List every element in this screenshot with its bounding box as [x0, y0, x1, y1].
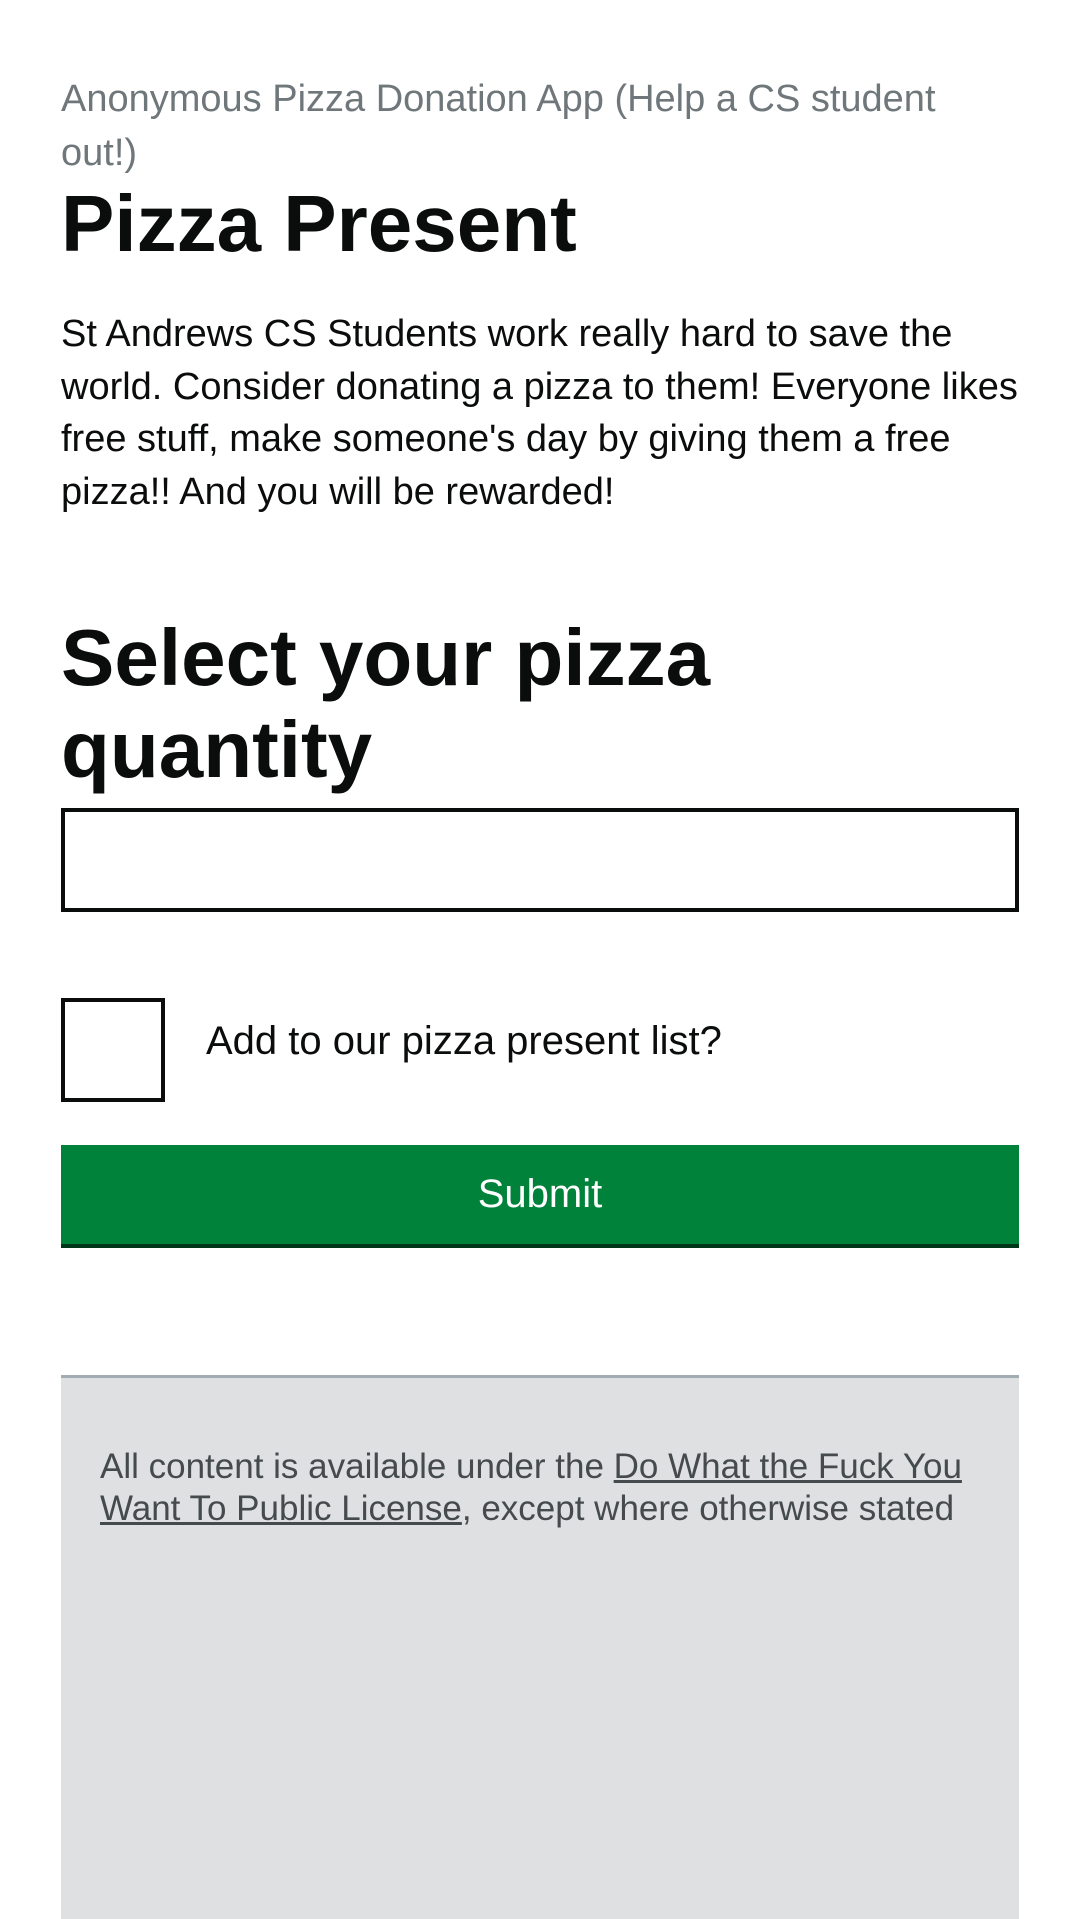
quantity-input[interactable] — [61, 808, 1019, 912]
pizza-list-checkbox-label[interactable]: Add to our pizza present list? — [206, 1014, 722, 1068]
footer: All content is available under the Do Wh… — [61, 1375, 1019, 1919]
footer-license-text: All content is available under the Do Wh… — [100, 1446, 980, 1529]
page-container: Anonymous Pizza Donation App (Help a CS … — [61, 0, 1019, 1919]
intro-text: St Andrews CS Students work really hard … — [61, 313, 1018, 513]
quantity-heading: Select your pizza quantity — [61, 613, 711, 794]
page-title: Pizza Present — [61, 179, 577, 268]
pizza-list-checkbox[interactable] — [61, 998, 165, 1102]
page-caption: Anonymous Pizza Donation App (Help a CS … — [61, 78, 936, 174]
footer-text-before: All content is available under the — [100, 1447, 614, 1486]
submit-button[interactable]: Submit — [61, 1145, 1019, 1248]
footer-text-after: , except where otherwise stated — [461, 1488, 955, 1528]
